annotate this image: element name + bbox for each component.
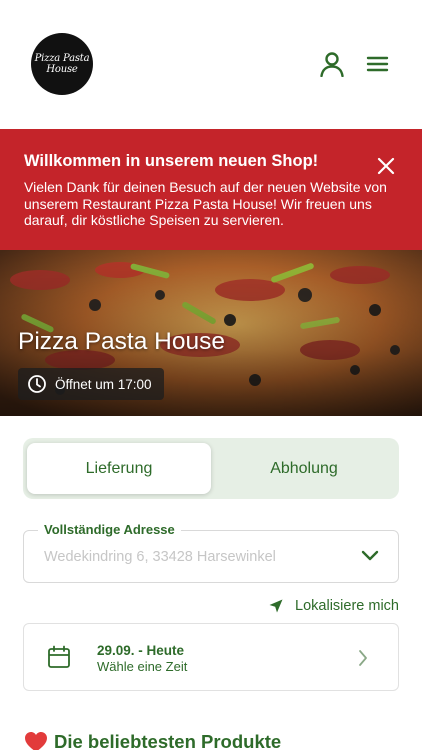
banner-text: Vielen Dank für deinen Besuch auf der ne… bbox=[24, 179, 387, 228]
popular-products-heading: Die beliebtesten Produkte bbox=[24, 731, 281, 750]
choose-time-hint: Wähle eine Zeit bbox=[97, 659, 188, 674]
locate-me-button[interactable]: Lokalisiere mich bbox=[269, 598, 399, 614]
logo-line-1: Pizza Pasta bbox=[34, 53, 90, 64]
hamburger-menu-icon bbox=[366, 56, 389, 72]
order-mode-toggle: Lieferung Abholung bbox=[23, 438, 399, 499]
chevron-down-icon[interactable] bbox=[361, 550, 379, 562]
banner-title: Willkommen in unserem neuen Shop! bbox=[24, 152, 319, 170]
opening-hours-badge: Öffnet um 17:00 bbox=[18, 368, 164, 400]
address-input[interactable] bbox=[44, 549, 344, 565]
selected-date: 29.09. - Heute bbox=[97, 643, 185, 658]
tab-delivery[interactable]: Lieferung bbox=[27, 443, 211, 494]
popular-products-title: Die beliebtesten Produkte bbox=[54, 731, 282, 750]
tab-pickup[interactable]: Abholung bbox=[213, 443, 395, 494]
opening-hours-text: Öffnet um 17:00 bbox=[55, 376, 152, 392]
locate-me-label: Lokalisiere mich bbox=[295, 598, 399, 614]
address-field[interactable]: Vollständige Adresse bbox=[23, 522, 399, 583]
clock-icon bbox=[28, 375, 46, 393]
calendar-icon bbox=[48, 645, 70, 668]
close-icon[interactable] bbox=[376, 156, 396, 176]
welcome-banner: Willkommen in unserem neuen Shop! Vielen… bbox=[0, 129, 422, 250]
heart-icon bbox=[25, 732, 47, 750]
logo-line-2: House bbox=[46, 64, 78, 75]
hero-image: Pizza Pasta House Öffnet um 17:00 bbox=[0, 250, 422, 416]
user-icon bbox=[320, 52, 344, 77]
account-button[interactable] bbox=[318, 50, 346, 78]
date-time-picker[interactable]: 29.09. - Heute Wähle eine Zeit bbox=[23, 623, 399, 691]
restaurant-name: Pizza Pasta House bbox=[18, 328, 225, 355]
menu-button[interactable] bbox=[363, 50, 391, 78]
restaurant-logo[interactable]: Pizza Pasta House bbox=[31, 33, 93, 95]
address-label: Vollständige Adresse bbox=[38, 522, 181, 537]
chevron-right-icon bbox=[359, 650, 367, 666]
header: Pizza Pasta House bbox=[0, 0, 422, 129]
location-arrow-icon bbox=[269, 599, 283, 613]
